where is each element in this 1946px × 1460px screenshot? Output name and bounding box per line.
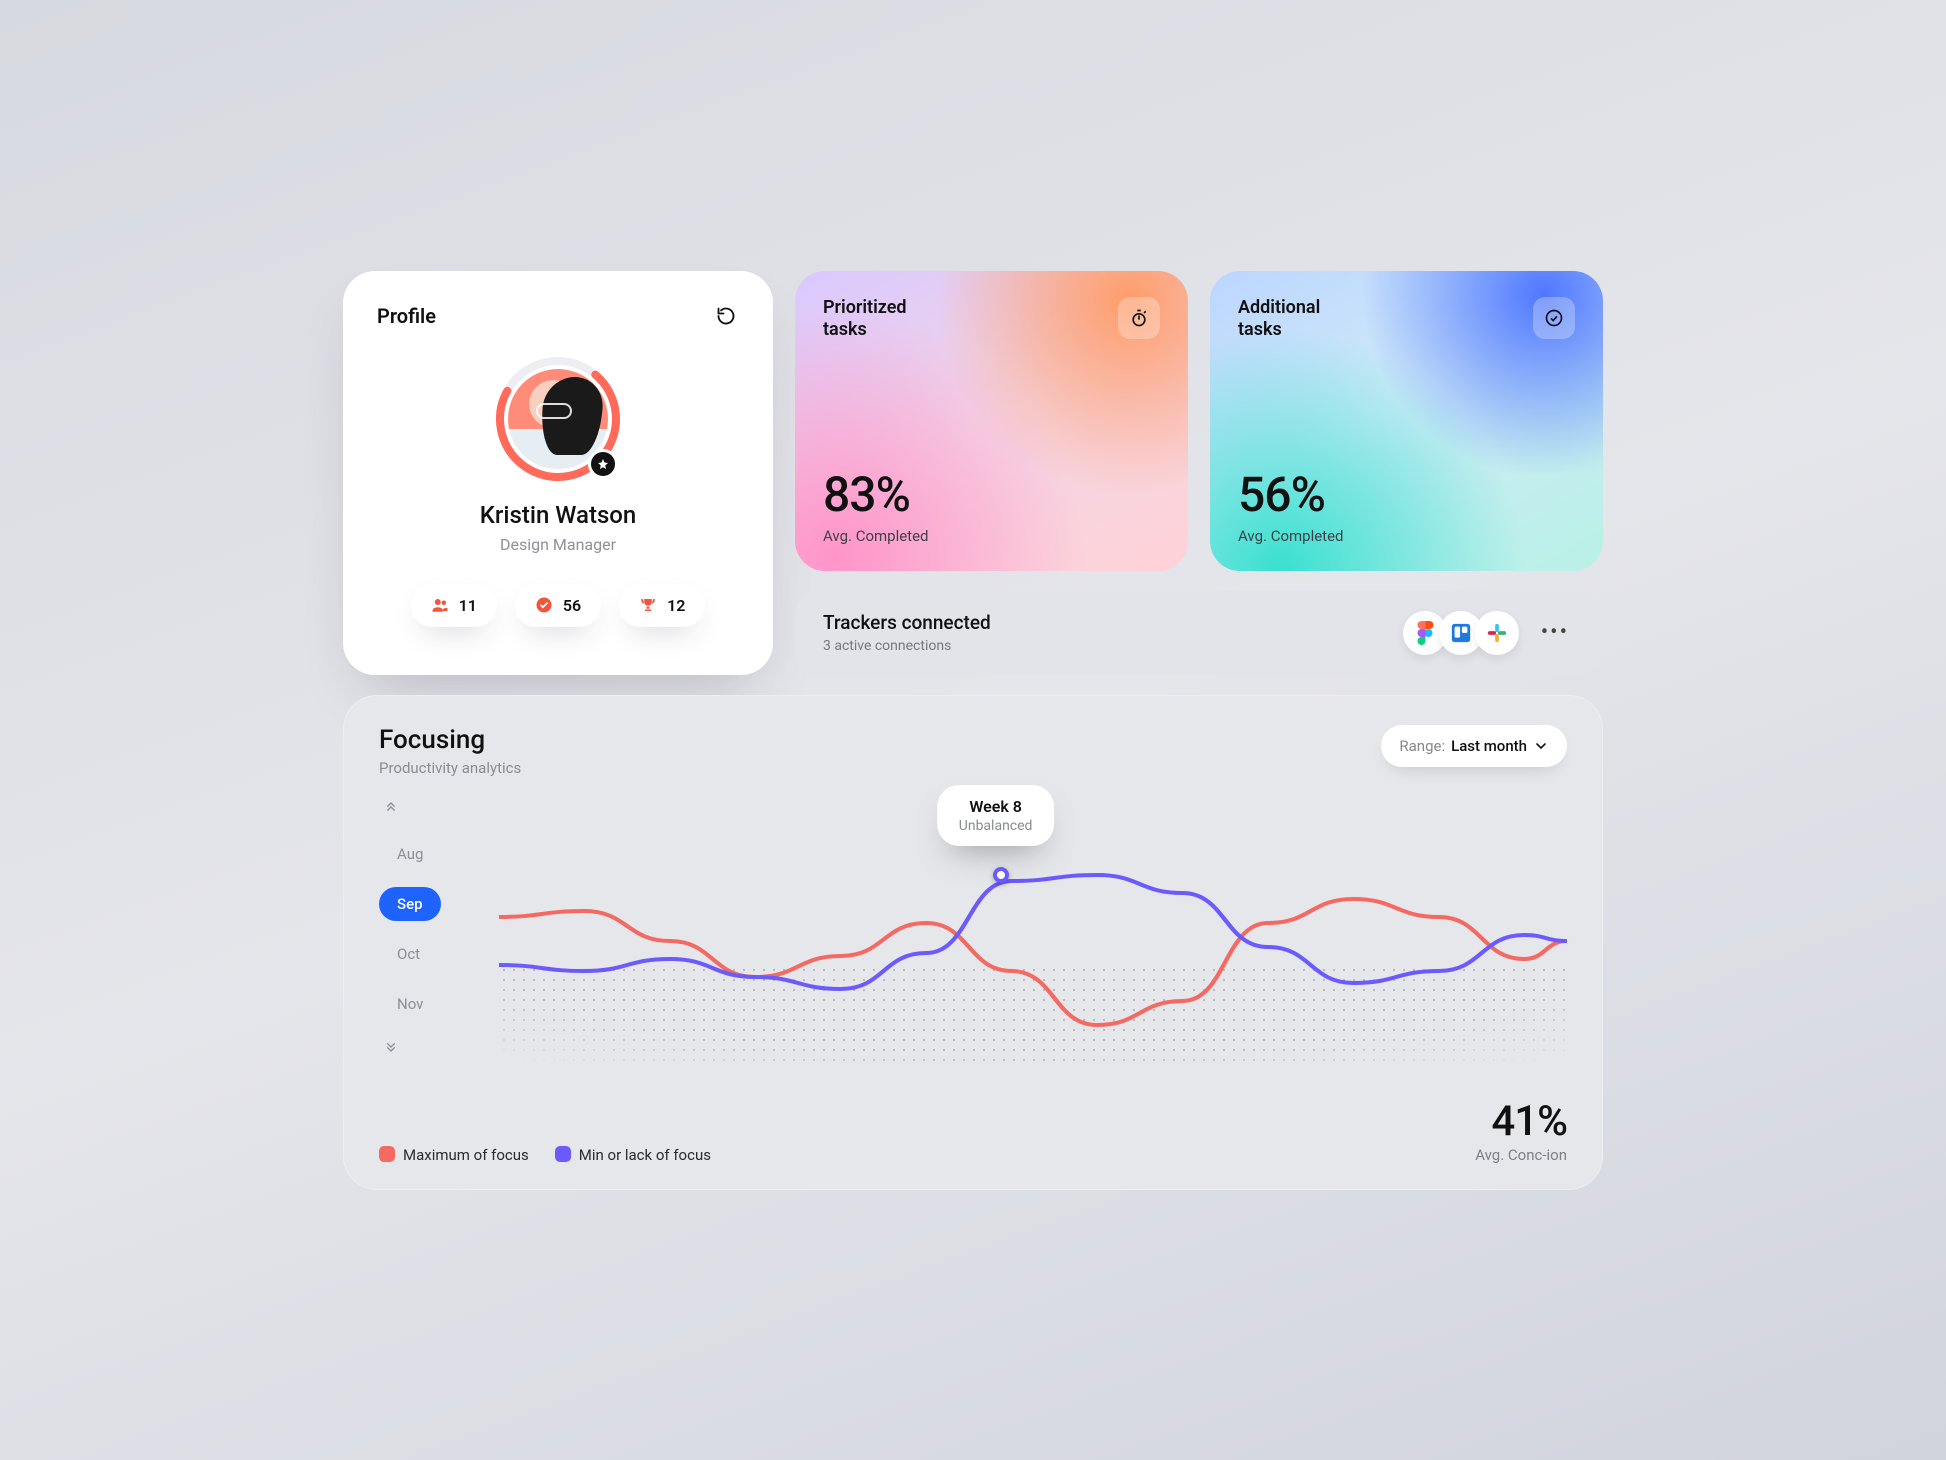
range-selector[interactable]: Range: Last month [1381, 725, 1567, 767]
star-badge [588, 449, 618, 479]
tooltip-status: Unbalanced [959, 818, 1033, 834]
stat-trophies-value: 12 [667, 596, 685, 615]
swatch-purple [555, 1146, 571, 1162]
month-oct[interactable]: Oct [379, 937, 441, 971]
card-title-line2: tasks [823, 319, 867, 340]
top-row: Profile Kristin Watson Design Mana [343, 271, 1603, 675]
month-scroll-up[interactable] [379, 795, 403, 819]
profile-card: Profile Kristin Watson Design Mana [343, 271, 773, 675]
profile-stats: 11 56 12 [377, 584, 739, 627]
trophy-icon [639, 596, 657, 614]
chart-legend: Maximum of focus Min or lack of focus [379, 1146, 711, 1164]
legend-item-max: Maximum of focus [379, 1146, 529, 1164]
stat-team[interactable]: 11 [411, 584, 497, 627]
stopwatch-icon [1118, 297, 1160, 339]
card-title-line1: Prioritized [823, 297, 907, 318]
stat-team-value: 11 [459, 596, 477, 615]
chevrons-down-icon [383, 1041, 399, 1057]
range-label: Range: [1399, 737, 1445, 755]
slack-icon [1486, 622, 1508, 644]
chart-tooltip: Week 8 Unbalanced [937, 785, 1055, 846]
legend-label-min: Min or lack of focus [579, 1146, 711, 1164]
profile-name: Kristin Watson [377, 501, 739, 529]
concentration-value: 41% [1475, 1097, 1567, 1146]
chevrons-up-icon [383, 797, 399, 813]
card-title: Prioritized tasks [823, 297, 907, 342]
month-nov[interactable]: Nov [379, 987, 441, 1021]
legend-label-max: Maximum of focus [403, 1146, 529, 1164]
month-sep[interactable]: Sep [379, 887, 441, 921]
chevron-down-icon [1533, 738, 1549, 754]
tracker-icons: ••• [1403, 611, 1575, 655]
card-sublabel: Avg. Completed [823, 527, 1160, 545]
swatch-red [379, 1146, 395, 1162]
month-aug[interactable]: Aug [379, 837, 441, 871]
trackers-more-button[interactable]: ••• [1535, 620, 1575, 645]
month-rail: Aug Sep Oct Nov [379, 791, 489, 1091]
check-circle-icon [1533, 297, 1575, 339]
profile-heading: Profile [377, 304, 436, 328]
legend-item-min: Min or lack of focus [555, 1146, 711, 1164]
month-scroll-down[interactable] [379, 1039, 403, 1063]
concentration-label: Avg. Conc-ion [1475, 1146, 1567, 1164]
stat-checks[interactable]: 56 [515, 584, 601, 627]
profile-role: Design Manager [377, 535, 739, 554]
card-sublabel: Avg. Completed [1238, 527, 1575, 545]
refresh-button[interactable] [713, 303, 739, 329]
star-icon [597, 458, 609, 470]
card-additional-tasks[interactable]: Additional tasks 56% Avg. Completed [1210, 271, 1603, 571]
dashboard: Profile Kristin Watson Design Mana [343, 271, 1603, 1190]
stat-checks-value: 56 [563, 596, 581, 615]
trackers-subtitle: 3 active connections [823, 638, 991, 654]
team-icon [431, 596, 449, 614]
figma-icon [1416, 620, 1434, 646]
card-value: 56% [1238, 466, 1575, 523]
focusing-subtitle: Productivity analytics [379, 759, 521, 777]
avatar-container [494, 355, 622, 483]
card-title: Additional tasks [1238, 297, 1320, 342]
range-value: Last month [1451, 737, 1527, 755]
trackers-title: Trackers connected [823, 611, 991, 634]
top-right-column: Prioritized tasks 83% Avg. Completed [795, 271, 1603, 675]
concentration-readout: 41% Avg. Conc-ion [1475, 1097, 1567, 1164]
card-value: 83% [823, 466, 1160, 523]
stat-cards-row: Prioritized tasks 83% Avg. Completed [795, 271, 1603, 571]
chart-highlight-marker[interactable] [993, 867, 1009, 883]
trello-icon [1450, 622, 1472, 644]
focusing-title: Focusing [379, 725, 521, 755]
check-badge-icon [535, 596, 553, 614]
card-prioritized-tasks[interactable]: Prioritized tasks 83% Avg. Completed [795, 271, 1188, 571]
card-title-line2: tasks [1238, 319, 1282, 340]
focusing-panel: Focusing Productivity analytics Range: L… [343, 695, 1603, 1190]
refresh-icon [716, 306, 736, 326]
tracker-slack[interactable] [1475, 611, 1519, 655]
stat-trophies[interactable]: 12 [619, 584, 705, 627]
focus-chart: Week 8 Unbalanced [499, 791, 1567, 1091]
trackers-bar: Trackers connected 3 active connections [795, 591, 1603, 675]
card-title-line1: Additional [1238, 297, 1320, 318]
tooltip-week: Week 8 [959, 797, 1033, 816]
